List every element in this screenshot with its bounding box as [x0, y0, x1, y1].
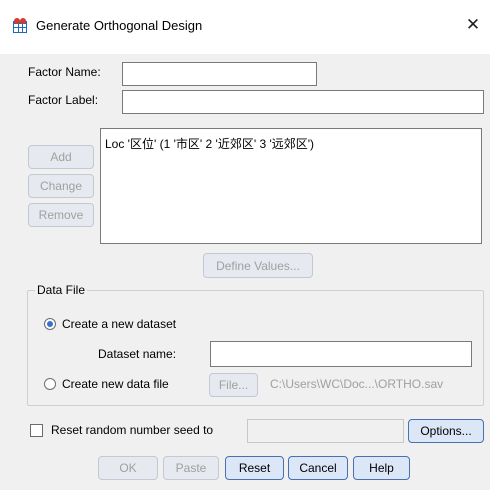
file-button-label: File...	[218, 378, 249, 392]
help-button[interactable]: Help	[353, 456, 410, 480]
reset-button[interactable]: Reset	[225, 456, 284, 480]
add-button-label: Add	[50, 150, 72, 164]
options-button[interactable]: Options...	[408, 419, 484, 443]
create-new-data-file-radio[interactable]	[44, 378, 56, 390]
create-new-dataset-radio[interactable]	[44, 318, 56, 330]
file-button[interactable]: File...	[209, 373, 258, 397]
remove-button[interactable]: Remove	[28, 203, 94, 227]
factor-listbox[interactable]: Loc '区位' (1 '市区' 2 '近郊区' 3 '远郊区')	[100, 128, 482, 244]
reset-seed-checkbox[interactable]	[30, 424, 43, 437]
paste-button-label: Paste	[175, 461, 207, 475]
define-values-button[interactable]: Define Values...	[203, 253, 313, 278]
dataset-name-label: Dataset name:	[98, 347, 177, 361]
close-button[interactable]: ✕	[462, 14, 484, 36]
change-button-label: Change	[39, 179, 83, 193]
define-values-label: Define Values...	[216, 258, 300, 273]
data-file-group-title: Data File	[35, 283, 88, 297]
change-button[interactable]: Change	[28, 174, 94, 198]
title-bar: Generate Orthogonal Design ✕	[0, 0, 490, 54]
generate-orthogonal-design-dialog: Generate Orthogonal Design ✕ Factor Name…	[0, 0, 490, 490]
options-button-label: Options...	[420, 424, 472, 438]
file-path-text: C:\Users\WC\Doc...\ORTHO.sav	[270, 377, 444, 391]
create-new-dataset-label[interactable]: Create a new dataset	[62, 317, 176, 331]
factor-name-input[interactable]	[122, 62, 317, 86]
seed-value-input[interactable]	[247, 419, 404, 443]
factor-name-label-text: Factor Name:	[28, 65, 101, 79]
window-title: Generate Orthogonal Design	[36, 18, 203, 33]
cancel-button[interactable]: Cancel	[288, 456, 348, 480]
dataset-name-input[interactable]	[210, 341, 472, 367]
factor-label-label: Factor Label:	[28, 93, 98, 107]
help-button-label: Help	[369, 461, 394, 475]
factor-label-input[interactable]	[122, 90, 484, 114]
factor-label-label-text: Factor Label:	[28, 93, 99, 107]
reset-seed-label[interactable]: Reset random number seed to	[51, 423, 213, 437]
ok-button[interactable]: OK	[98, 456, 158, 480]
factor-name-label: Factor Name:	[28, 65, 101, 79]
paste-button[interactable]: Paste	[163, 456, 219, 480]
close-icon: ✕	[465, 15, 481, 34]
radio-selected-dot	[47, 321, 53, 327]
create-new-data-file-label[interactable]: Create new data file	[62, 377, 169, 391]
reset-button-label: Reset	[238, 461, 271, 475]
remove-button-label: Remove	[38, 208, 84, 222]
add-button[interactable]: Add	[28, 145, 94, 169]
list-item[interactable]: Loc '区位' (1 '市区' 2 '近郊区' 3 '远郊区')	[105, 135, 314, 152]
ok-button-label: OK	[119, 461, 137, 475]
cancel-button-label: Cancel	[299, 461, 337, 475]
spss-table-icon	[13, 18, 27, 33]
